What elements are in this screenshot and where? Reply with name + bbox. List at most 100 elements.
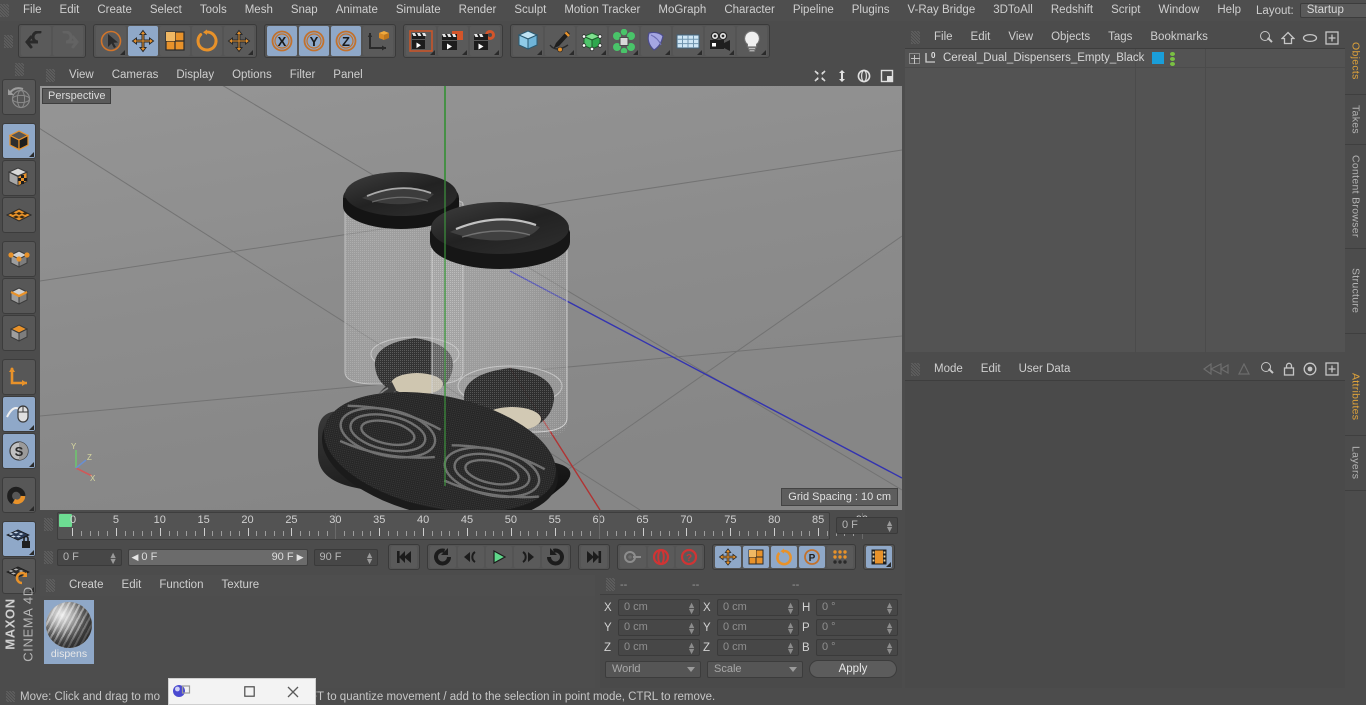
world-object-coord-toggle[interactable] <box>363 26 393 56</box>
preview-range-slider[interactable]: ◀ 0 F 90 F ▶ <box>127 548 308 566</box>
dock-tab-takes[interactable]: Takes <box>1345 95 1366 145</box>
render-view-button[interactable] <box>406 26 436 56</box>
undo-button[interactable] <box>21 26 51 56</box>
dock-tab-content-browser[interactable]: Content Browser <box>1345 145 1366 249</box>
go-to-start-button[interactable] <box>391 546 417 568</box>
texture-axis-mode[interactable] <box>2 160 36 196</box>
record-pla-button[interactable]: P <box>799 546 825 568</box>
menu-item-tools[interactable]: Tools <box>191 0 236 21</box>
menu-grip-handle[interactable] <box>0 4 9 17</box>
search-icon[interactable] <box>1258 30 1274 46</box>
expand-icon[interactable] <box>1325 362 1339 376</box>
status-grip-handle[interactable] <box>6 691 15 702</box>
enable-snapping[interactable] <box>2 396 36 432</box>
add-environment-object[interactable] <box>673 26 703 56</box>
object-menu-objects[interactable]: Objects <box>1042 27 1099 48</box>
menu-item-redshift[interactable]: Redshift <box>1042 0 1102 21</box>
viewport-menu-cameras[interactable]: Cameras <box>103 65 168 86</box>
table-row[interactable]: 0 Cereal_Dual_Dispensers_Empty_Black <box>905 49 1345 68</box>
lock-workplane[interactable] <box>2 521 36 557</box>
axis-modification[interactable] <box>2 359 36 395</box>
dock-tab-objects[interactable]: Objects <box>1345 27 1366 95</box>
menu-item-mesh[interactable]: Mesh <box>236 0 282 21</box>
material-list[interactable]: dispens <box>40 596 595 688</box>
lock-x-axis[interactable]: X <box>267 26 297 56</box>
autokeying-button[interactable] <box>620 546 646 568</box>
coordinate-system-dropdown[interactable]: World <box>605 660 701 678</box>
dock-tab-layers[interactable]: Layers <box>1345 436 1366 491</box>
stepper-icon[interactable]: ▲ ▼ <box>687 601 696 616</box>
material-menu-edit[interactable]: Edit <box>113 575 151 596</box>
menu-item-help[interactable]: Help <box>1208 0 1250 21</box>
eye-icon[interactable] <box>1302 33 1318 43</box>
object-menu-file[interactable]: File <box>925 27 962 48</box>
coord-input-pos-y[interactable]: 0 cm ▲ ▼ <box>618 619 700 636</box>
object-menu-edit[interactable]: Edit <box>962 27 1000 48</box>
range-left-arrow-icon[interactable]: ◀ <box>132 552 139 563</box>
next-frame-button[interactable] <box>514 546 540 568</box>
coord-input-pos-z[interactable]: 0 cm ▲ ▼ <box>618 639 700 656</box>
range-right-arrow-icon[interactable]: ▶ <box>297 552 304 563</box>
record-scale-button[interactable] <box>743 546 769 568</box>
material-tag-icon[interactable] <box>1152 52 1165 64</box>
history-forward-icon[interactable] <box>1237 363 1251 375</box>
keyframe-selection-button[interactable]: ? <box>676 546 702 568</box>
add-deformer-object[interactable] <box>641 26 671 56</box>
menu-item-motion-tracker[interactable]: Motion Tracker <box>555 0 649 21</box>
material-grip-handle[interactable] <box>46 579 55 592</box>
viewport-menu-view[interactable]: View <box>60 65 103 86</box>
max-frame-input[interactable]: 90 F ▲ ▼ <box>313 548 378 566</box>
viewport-grip-handle[interactable] <box>46 69 55 82</box>
object-manager-grip-handle[interactable] <box>911 31 920 44</box>
record-position-button[interactable] <box>715 546 741 568</box>
stepper-icon[interactable]: ▲ ▼ <box>365 550 374 565</box>
menu-item-create[interactable]: Create <box>88 0 141 21</box>
viewport-menu-display[interactable]: Display <box>167 65 223 86</box>
polygon-mode[interactable] <box>2 315 36 351</box>
expand-node-icon[interactable] <box>909 52 920 64</box>
rotate-tool[interactable] <box>192 26 222 56</box>
stepper-icon[interactable]: ▲ ▼ <box>885 621 894 636</box>
coord-input-rot-b[interactable]: 0 ° ▲ ▼ <box>816 639 898 656</box>
current-frame-input[interactable]: 0 F ▲ ▼ <box>57 548 122 566</box>
previous-frame-button[interactable] <box>458 546 484 568</box>
stepper-icon[interactable]: ▲ ▼ <box>885 641 894 656</box>
viewport-menu-filter[interactable]: Filter <box>281 65 325 86</box>
render-to-picture-viewer-button[interactable] <box>438 26 468 56</box>
menu-item-mograph[interactable]: MoGraph <box>649 0 715 21</box>
pan-icon[interactable] <box>813 69 827 83</box>
search-icon[interactable] <box>1259 361 1275 377</box>
timeline-mode-button[interactable] <box>866 546 892 568</box>
expand-icon[interactable] <box>1325 30 1339 45</box>
menu-item-3dtoall[interactable]: 3DToAll <box>984 0 1042 21</box>
add-camera-object[interactable] <box>705 26 735 56</box>
make-editable-button[interactable] <box>2 123 36 159</box>
stepper-icon[interactable]: ▲ ▼ <box>109 550 118 565</box>
target-icon[interactable] <box>1303 362 1317 376</box>
layout-dropdown[interactable]: Startup <box>1299 3 1366 18</box>
attribute-content[interactable] <box>905 380 1345 688</box>
stepper-icon[interactable]: ▲ ▼ <box>687 641 696 656</box>
toolbar-grip-handle[interactable] <box>4 34 13 48</box>
stepper-icon[interactable]: ▲ ▼ <box>885 601 894 616</box>
maximize-view-icon[interactable] <box>880 69 894 83</box>
modeling-axis-tool[interactable] <box>224 26 254 56</box>
coordinate-mode-dropdown[interactable]: Scale <box>707 660 803 678</box>
stepper-icon[interactable]: ▲ ▼ <box>786 601 795 616</box>
coord-input-rot-h[interactable]: 0 ° ▲ ▼ <box>816 599 898 616</box>
viewport-menu-panel[interactable]: Panel <box>324 65 371 86</box>
viewport-solo-mode[interactable] <box>2 197 36 233</box>
play-forward-loop-button[interactable] <box>542 546 568 568</box>
object-menu-bookmarks[interactable]: Bookmarks <box>1141 27 1217 48</box>
home-icon[interactable] <box>1281 31 1295 45</box>
add-light-object[interactable] <box>737 26 767 56</box>
menu-item-character[interactable]: Character <box>715 0 784 21</box>
coord-input-size-y[interactable]: 0 cm ▲ ▼ <box>717 619 799 636</box>
material-menu-function[interactable]: Function <box>150 575 212 596</box>
workplane-mode[interactable]: S <box>2 433 36 469</box>
render-settings-button[interactable] <box>470 26 500 56</box>
undo-view-button[interactable] <box>2 79 36 115</box>
maximize-button[interactable] <box>227 679 271 705</box>
object-tree[interactable]: 0 Cereal_Dual_Dispensers_Empty_Black <box>905 48 1345 353</box>
menu-item-simulate[interactable]: Simulate <box>387 0 450 21</box>
